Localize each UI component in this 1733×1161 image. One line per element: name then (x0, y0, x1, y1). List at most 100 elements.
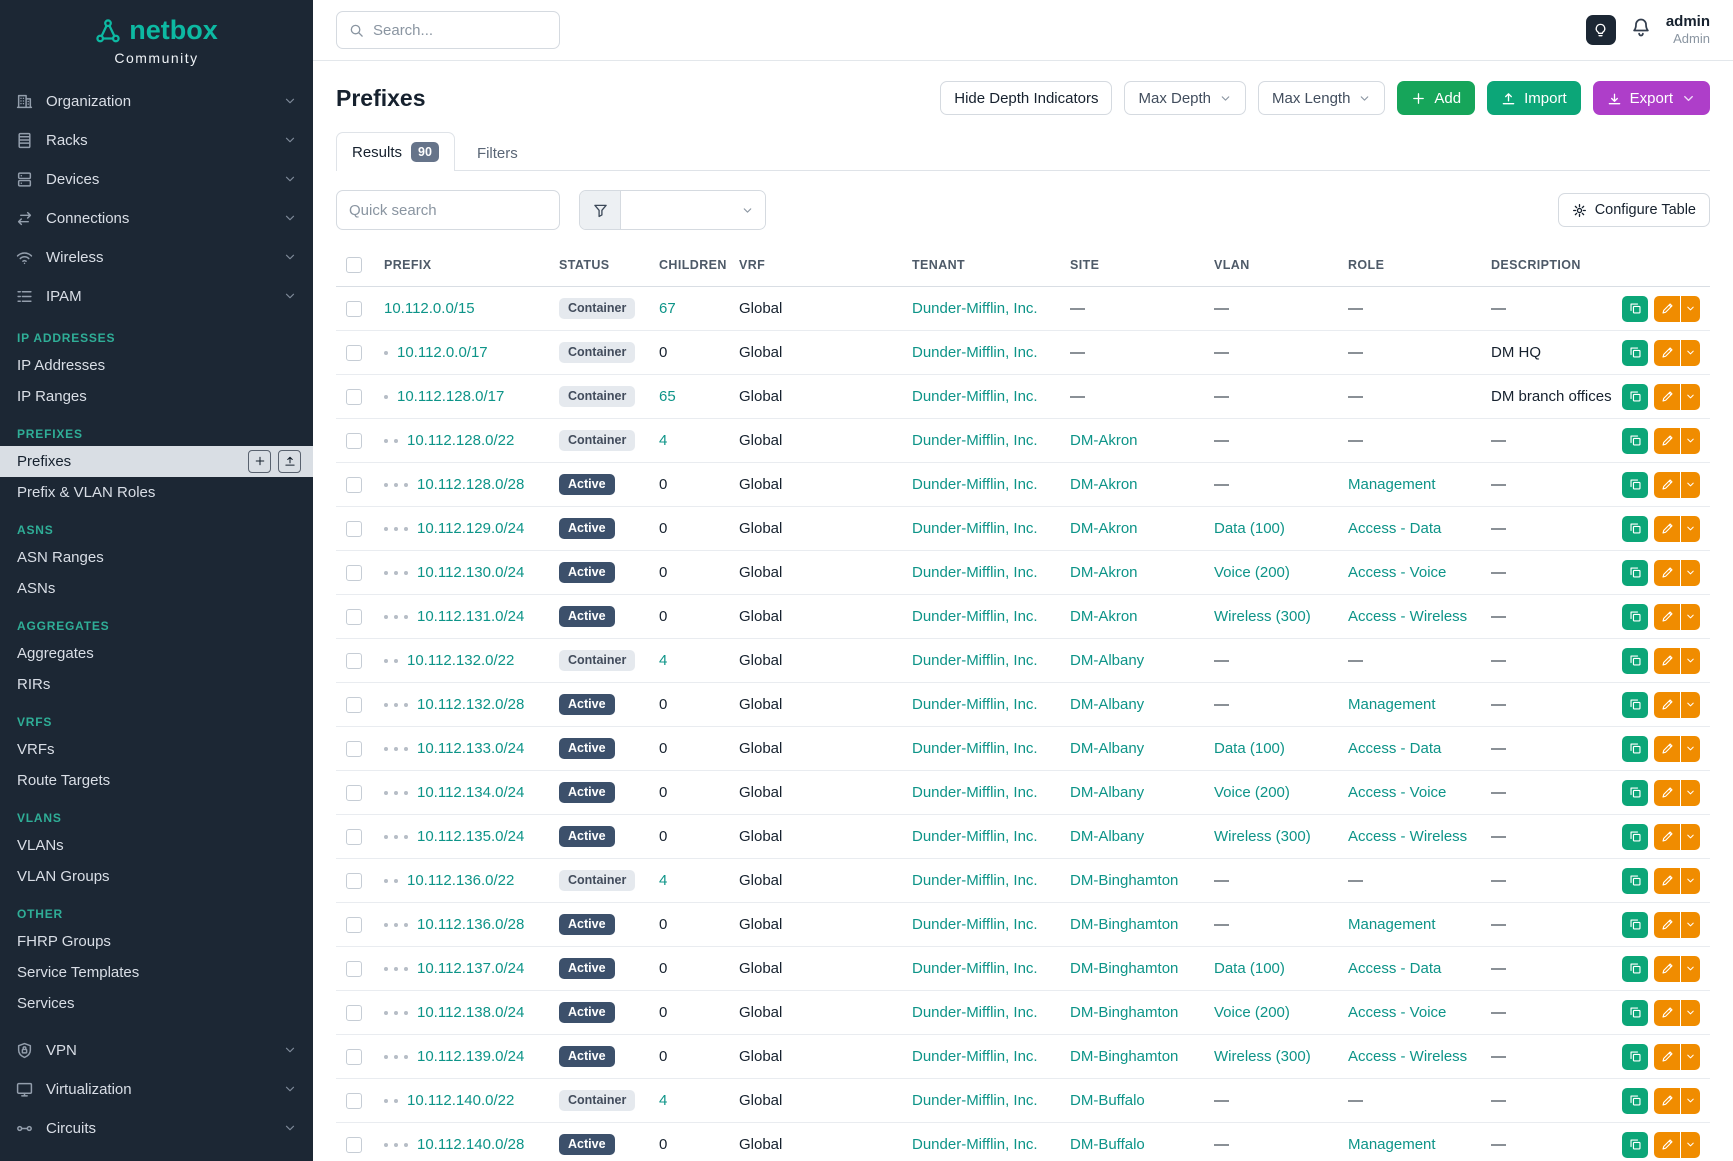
sidebar-item-organization[interactable]: Organization (0, 82, 313, 121)
import-button[interactable]: Import (1487, 81, 1581, 115)
edit-button[interactable] (1654, 692, 1680, 718)
row-checkbox[interactable] (346, 1093, 362, 1109)
prefix-link[interactable]: 10.112.131.0/24 (417, 608, 524, 625)
tenant-link[interactable]: Dunder-Mifflin, Inc. (912, 520, 1038, 537)
edit-button[interactable] (1654, 780, 1680, 806)
row-checkbox[interactable] (346, 609, 362, 625)
prefix-link[interactable]: 10.112.129.0/24 (417, 520, 524, 537)
theme-toggle-button[interactable] (1586, 15, 1616, 45)
row-checkbox[interactable] (346, 961, 362, 977)
clone-button[interactable] (1622, 1000, 1648, 1026)
tenant-link[interactable]: Dunder-Mifflin, Inc. (912, 564, 1038, 581)
prefix-link[interactable]: 10.112.128.0/22 (407, 432, 514, 449)
site-link[interactable]: DM-Akron (1070, 476, 1138, 493)
site-link[interactable]: DM-Albany (1070, 696, 1144, 713)
edit-dropdown-button[interactable] (1681, 472, 1700, 498)
role-link[interactable]: Management (1348, 696, 1436, 713)
sidebar-item-prefix-vlan-roles[interactable]: Prefix & VLAN Roles (0, 477, 313, 508)
edit-dropdown-button[interactable] (1681, 912, 1700, 938)
edit-button[interactable] (1654, 868, 1680, 894)
site-link[interactable]: DM-Binghamton (1070, 872, 1178, 889)
edit-dropdown-button[interactable] (1681, 868, 1700, 894)
user-menu[interactable]: admin Admin (1666, 13, 1710, 48)
site-link[interactable]: DM-Akron (1070, 564, 1138, 581)
site-link[interactable]: DM-Binghamton (1070, 960, 1178, 977)
site-link[interactable]: DM-Binghamton (1070, 1004, 1178, 1021)
add-quick-button[interactable] (248, 450, 271, 473)
prefix-link[interactable]: 10.112.132.0/28 (417, 696, 524, 713)
tenant-link[interactable]: Dunder-Mifflin, Inc. (912, 1048, 1038, 1065)
edit-dropdown-button[interactable] (1681, 692, 1700, 718)
role-link[interactable]: Access - Voice (1348, 564, 1446, 581)
prefix-link[interactable]: 10.112.139.0/24 (417, 1048, 524, 1065)
edit-dropdown-button[interactable] (1681, 1088, 1700, 1114)
edit-dropdown-button[interactable] (1681, 1132, 1700, 1158)
sidebar-item-vlan-groups[interactable]: VLAN Groups (0, 861, 313, 892)
prefix-link[interactable]: 10.112.133.0/24 (417, 740, 524, 757)
prefix-link[interactable]: 10.112.136.0/28 (417, 916, 524, 933)
site-link[interactable]: DM-Akron (1070, 520, 1138, 537)
site-link[interactable]: DM-Akron (1070, 608, 1138, 625)
edit-button[interactable] (1654, 736, 1680, 762)
prefix-link[interactable]: 10.112.140.0/22 (407, 1092, 514, 1109)
sidebar-item-connections[interactable]: Connections (0, 199, 313, 238)
clone-button[interactable] (1622, 384, 1648, 410)
export-button[interactable]: Export (1593, 81, 1710, 115)
sidebar-item-prefixes[interactable]: Prefixes (0, 446, 313, 477)
site-link[interactable]: DM-Binghamton (1070, 916, 1178, 933)
edit-button[interactable] (1654, 340, 1680, 366)
row-checkbox[interactable] (346, 917, 362, 933)
add-button[interactable]: Add (1397, 81, 1475, 115)
edit-button[interactable] (1654, 956, 1680, 982)
edit-button[interactable] (1654, 428, 1680, 454)
edit-button[interactable] (1654, 296, 1680, 322)
sidebar-item-vpn[interactable]: VPN (0, 1031, 313, 1070)
vlan-link[interactable]: Voice (200) (1214, 784, 1290, 801)
notifications-button[interactable] (1631, 17, 1651, 43)
sidebar-item-devices[interactable]: Devices (0, 160, 313, 199)
edit-dropdown-button[interactable] (1681, 516, 1700, 542)
tenant-link[interactable]: Dunder-Mifflin, Inc. (912, 740, 1038, 757)
tenant-link[interactable]: Dunder-Mifflin, Inc. (912, 388, 1038, 405)
sidebar-item-vlans[interactable]: VLANs (0, 830, 313, 861)
row-checkbox[interactable] (346, 829, 362, 845)
row-checkbox[interactable] (346, 477, 362, 493)
row-checkbox[interactable] (346, 1005, 362, 1021)
edit-button[interactable] (1654, 516, 1680, 542)
sidebar-item-fhrp-groups[interactable]: FHRP Groups (0, 926, 313, 957)
prefix-link[interactable]: 10.112.0.0/15 (384, 300, 475, 317)
role-link[interactable]: Access - Data (1348, 960, 1441, 977)
children-count-link[interactable]: 4 (659, 432, 667, 449)
edit-button[interactable] (1654, 604, 1680, 630)
tab-filters[interactable]: Filters (461, 135, 534, 171)
tenant-link[interactable]: Dunder-Mifflin, Inc. (912, 1136, 1038, 1153)
prefix-link[interactable]: 10.112.130.0/24 (417, 564, 524, 581)
clone-button[interactable] (1622, 648, 1648, 674)
edit-button[interactable] (1654, 1044, 1680, 1070)
clone-button[interactable] (1622, 516, 1648, 542)
max-length-dropdown[interactable]: Max Length (1258, 81, 1385, 115)
clone-button[interactable] (1622, 296, 1648, 322)
row-checkbox[interactable] (346, 1137, 362, 1153)
clone-button[interactable] (1622, 692, 1648, 718)
prefix-link[interactable]: 10.112.132.0/22 (407, 652, 514, 669)
max-depth-dropdown[interactable]: Max Depth (1124, 81, 1246, 115)
sidebar-item-circuits[interactable]: Circuits (0, 1109, 313, 1148)
role-link[interactable]: Access - Wireless (1348, 608, 1467, 625)
tab-results[interactable]: Results90 (336, 132, 455, 171)
row-checkbox[interactable] (346, 653, 362, 669)
tenant-link[interactable]: Dunder-Mifflin, Inc. (912, 872, 1038, 889)
clone-button[interactable] (1622, 340, 1648, 366)
clone-button[interactable] (1622, 1044, 1648, 1070)
sidebar-item-service-templates[interactable]: Service Templates (0, 957, 313, 988)
sidebar-item-asn-ranges[interactable]: ASN Ranges (0, 542, 313, 573)
clone-button[interactable] (1622, 472, 1648, 498)
sidebar-item-virtualization[interactable]: Virtualization (0, 1070, 313, 1109)
vlan-link[interactable]: Wireless (300) (1214, 1048, 1311, 1065)
tenant-link[interactable]: Dunder-Mifflin, Inc. (912, 1092, 1038, 1109)
prefix-link[interactable]: 10.112.140.0/28 (417, 1136, 524, 1153)
edit-dropdown-button[interactable] (1681, 780, 1700, 806)
edit-dropdown-button[interactable] (1681, 340, 1700, 366)
edit-dropdown-button[interactable] (1681, 604, 1700, 630)
vlan-link[interactable]: Voice (200) (1214, 1004, 1290, 1021)
